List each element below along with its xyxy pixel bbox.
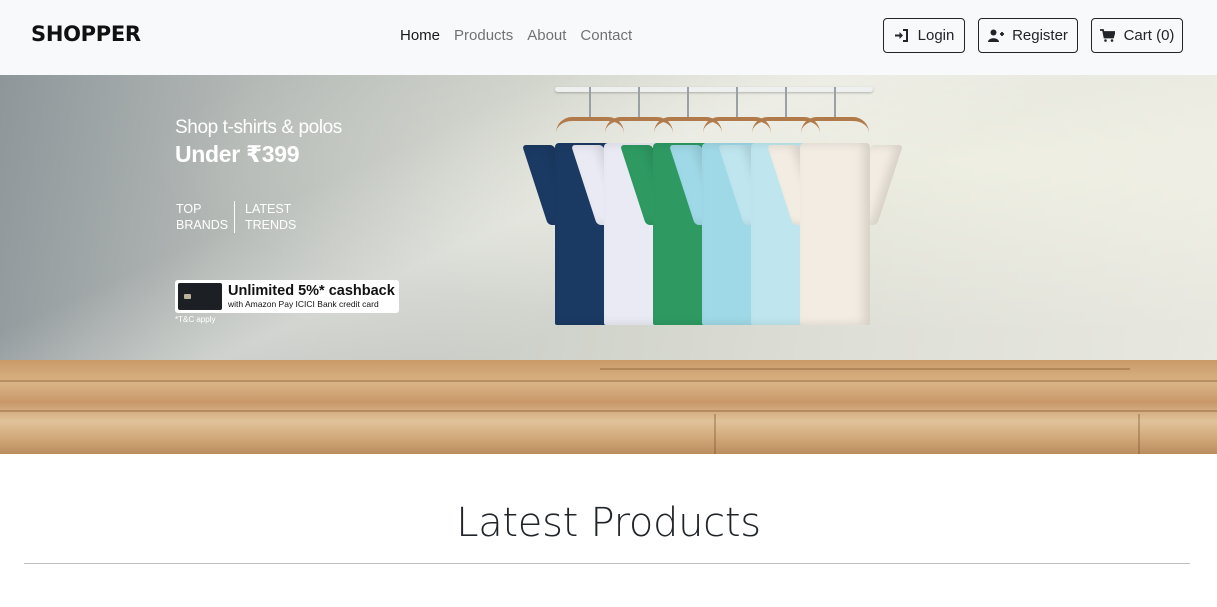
promo-tag-brands: TOP BRANDS bbox=[176, 202, 229, 232]
nav-links: Home Products About Contact bbox=[400, 27, 632, 44]
promo-tags: TOP BRANDS LATEST TRENDS bbox=[176, 201, 302, 233]
register-label: Register bbox=[1012, 27, 1068, 44]
hanger-hook bbox=[834, 87, 836, 119]
credit-card-icon bbox=[178, 283, 222, 310]
brand-logo[interactable]: SHOPPER bbox=[31, 22, 141, 46]
login-label: Login bbox=[917, 27, 955, 44]
cart-label: Cart (0) bbox=[1123, 27, 1175, 44]
hanger-hook bbox=[589, 87, 591, 119]
shopping-cart-icon bbox=[1100, 29, 1116, 43]
promo-price: Under ₹399 bbox=[175, 141, 300, 167]
navbar: SHOPPER Home Products About Contact Logi… bbox=[0, 0, 1217, 75]
promo-tag-trends: LATEST TRENDS bbox=[234, 201, 302, 233]
section-divider bbox=[24, 563, 1190, 564]
cashback-subtext: with Amazon Pay ICICI Bank credit card bbox=[228, 298, 379, 309]
clothes-rail bbox=[555, 87, 873, 92]
nav-link-home[interactable]: Home bbox=[400, 27, 440, 44]
terms-note: *T&C apply bbox=[175, 315, 216, 324]
nav-link-about[interactable]: About bbox=[527, 27, 566, 44]
hero-banner[interactable]: Shop t-shirts & polos Under ₹399 TOP BRA… bbox=[0, 75, 1217, 454]
wooden-hanger bbox=[801, 117, 869, 133]
login-button[interactable]: Login bbox=[883, 18, 965, 53]
hanger-hook bbox=[687, 87, 689, 119]
sign-in-icon bbox=[894, 29, 910, 43]
tshirt-image bbox=[767, 135, 903, 325]
hanger-hook bbox=[785, 87, 787, 119]
promo-headline: Shop t-shirts & polos bbox=[175, 117, 342, 138]
cart-button[interactable]: Cart (0) bbox=[1091, 18, 1183, 53]
hanger-hook bbox=[638, 87, 640, 119]
cashback-badge: Unlimited 5%* cashback with Amazon Pay I… bbox=[175, 280, 399, 313]
section-title: Latest Products bbox=[456, 500, 761, 546]
nav-link-products[interactable]: Products bbox=[454, 27, 513, 44]
wooden-floor bbox=[0, 360, 1217, 454]
hanger-hook bbox=[736, 87, 738, 119]
user-plus-icon bbox=[988, 29, 1005, 43]
cashback-headline: Unlimited 5%* cashback bbox=[228, 282, 395, 299]
nav-link-contact[interactable]: Contact bbox=[580, 27, 632, 44]
register-button[interactable]: Register bbox=[978, 18, 1078, 53]
